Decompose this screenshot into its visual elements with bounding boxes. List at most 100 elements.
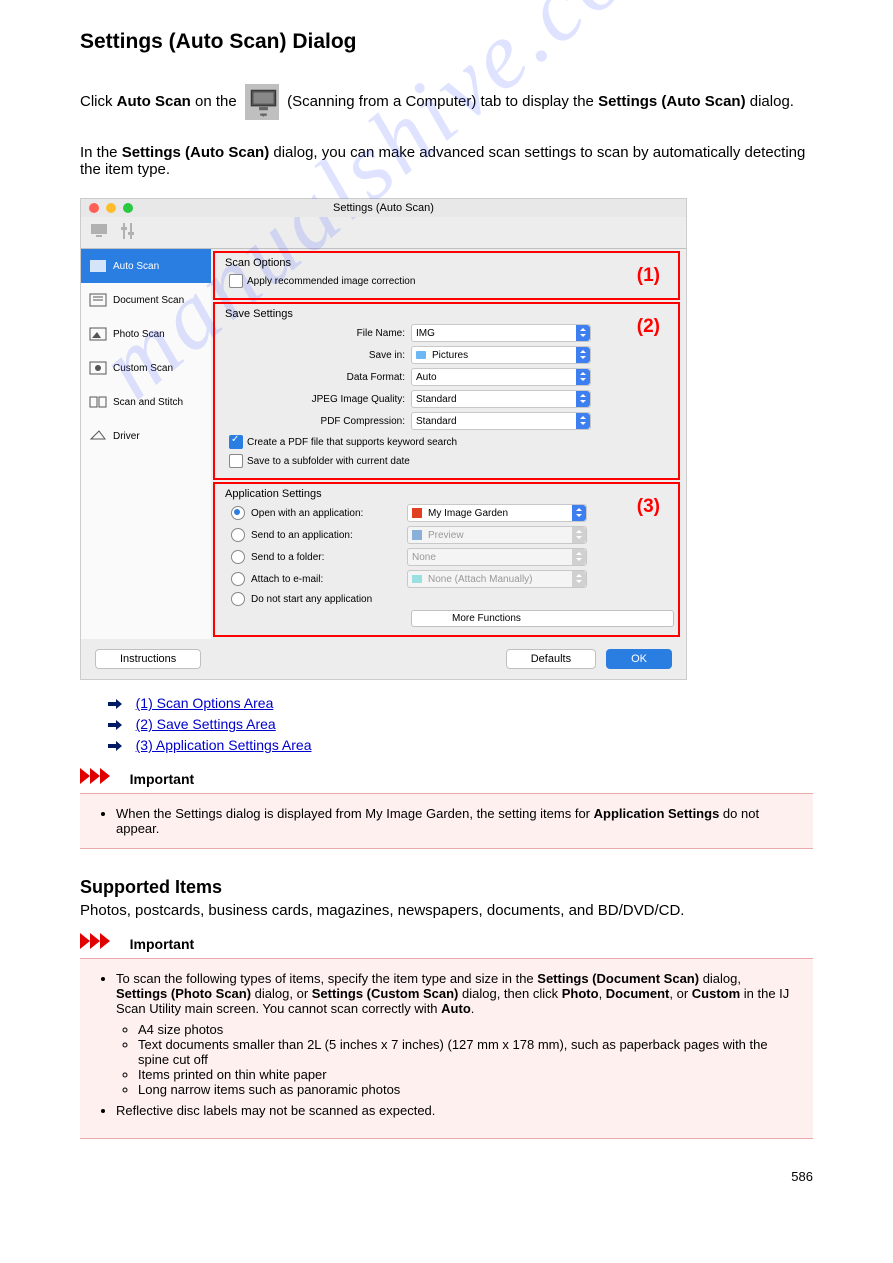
sidebar-item-custom-scan[interactable]: Custom Scan xyxy=(81,351,211,385)
save-subfolder-label: Save to a subfolder with current date xyxy=(247,456,410,467)
annotation-2: (2) xyxy=(637,316,660,338)
close-icon[interactable] xyxy=(89,203,99,213)
my-image-garden-icon xyxy=(412,508,422,518)
sidebar-item-label: Custom Scan xyxy=(113,363,173,374)
annotation-1: (1) xyxy=(637,265,660,287)
open-with-application-label: Open with an application: xyxy=(251,508,401,519)
application-settings-area: (3) Application Settings Open with an ap… xyxy=(213,482,680,637)
photo-scan-icon xyxy=(89,327,107,341)
chevron-updown-icon xyxy=(576,325,590,341)
attach-to-email-radio[interactable] xyxy=(231,572,245,586)
important-note-2: To scan the following types of items, sp… xyxy=(80,958,813,1139)
chevron-updown-icon xyxy=(572,505,586,521)
jpeg-quality-select[interactable]: Standard xyxy=(411,390,591,408)
mail-icon xyxy=(412,575,422,583)
save-subfolder-checkbox[interactable] xyxy=(229,454,243,468)
driver-icon xyxy=(89,429,107,443)
intro-paragraph-1: Click Auto Scan on the (Scanning from a … xyxy=(80,84,813,120)
toolbar xyxy=(81,217,686,249)
annotation-3: (3) xyxy=(637,496,660,518)
application-settings-header: Application Settings xyxy=(225,488,674,500)
chevron-updown-icon xyxy=(572,527,586,543)
arrow-right-icon xyxy=(108,718,126,733)
attach-to-email-select[interactable]: None (Attach Manually) xyxy=(407,570,587,588)
sidebar-item-label: Document Scan xyxy=(113,295,184,306)
sidebar-item-label: Auto Scan xyxy=(113,261,159,272)
heading-settings-auto-scan-dialog: Settings (Auto Scan) Dialog xyxy=(80,30,813,54)
auto-scan-icon xyxy=(89,259,107,273)
ok-button[interactable]: OK xyxy=(606,649,672,669)
traffic-lights[interactable] xyxy=(89,203,137,216)
chevron-updown-icon xyxy=(576,347,590,363)
jpeg-quality-label: JPEG Image Quality: xyxy=(225,394,405,405)
scan-options-header: Scan Options xyxy=(225,257,674,269)
sidebar-item-scan-and-stitch[interactable]: Scan and Stitch xyxy=(81,385,211,419)
arrow-right-icon xyxy=(108,697,126,712)
sidebar-item-label: Photo Scan xyxy=(113,329,165,340)
sidebar-item-label: Scan and Stitch xyxy=(113,397,183,408)
sidebar-item-auto-scan[interactable]: Auto Scan xyxy=(81,249,211,283)
important-label: Important xyxy=(130,771,195,787)
important-label: Important xyxy=(130,936,195,952)
do-not-start-application-label: Do not start any application xyxy=(251,594,372,605)
create-pdf-checkbox[interactable] xyxy=(229,435,243,449)
file-name-label: File Name: xyxy=(225,328,405,339)
custom-scan-icon xyxy=(89,361,107,375)
supported-items-text: Photos, postcards, business cards, magaz… xyxy=(80,902,813,919)
link-application-settings-area[interactable]: (3) Application Settings Area xyxy=(136,737,312,753)
minimize-icon[interactable] xyxy=(106,203,116,213)
data-format-label: Data Format: xyxy=(225,372,405,383)
defaults-button[interactable]: Defaults xyxy=(506,649,596,669)
important-icon xyxy=(80,933,122,952)
scan-from-computer-tab[interactable] xyxy=(89,221,111,241)
sidebar-item-driver[interactable]: Driver xyxy=(81,419,211,453)
chevron-updown-icon xyxy=(576,391,590,407)
send-to-folder-label: Send to a folder: xyxy=(251,552,401,563)
supported-items-heading: Supported Items xyxy=(80,877,813,898)
zoom-icon[interactable] xyxy=(123,203,133,213)
chevron-updown-icon xyxy=(576,369,590,385)
important-icon xyxy=(80,768,122,787)
link-save-settings-area[interactable]: (2) Save Settings Area xyxy=(136,716,276,732)
general-settings-tab[interactable] xyxy=(119,221,137,241)
save-in-label: Save in: xyxy=(225,350,405,361)
chevron-updown-icon xyxy=(572,549,586,565)
document-scan-icon xyxy=(89,293,107,307)
settings-dialog-screenshot: Settings (Auto Scan) Auto Scan Document … xyxy=(80,198,687,680)
chevron-updown-icon xyxy=(572,571,586,587)
chevron-updown-icon xyxy=(576,413,590,429)
attach-to-email-label: Attach to e-mail: xyxy=(251,574,401,585)
send-to-application-radio[interactable] xyxy=(231,528,245,542)
file-name-input[interactable]: IMG xyxy=(411,324,591,342)
apply-correction-checkbox[interactable] xyxy=(229,274,243,288)
link-scan-options-area[interactable]: (1) Scan Options Area xyxy=(136,695,274,711)
arrow-right-icon xyxy=(108,739,126,754)
send-to-application-label: Send to an application: xyxy=(251,530,401,541)
save-in-select[interactable]: Pictures xyxy=(411,346,591,364)
scan-and-stitch-icon xyxy=(89,395,107,409)
save-settings-area: (2) Save Settings File Name: IMG Save in… xyxy=(213,302,680,480)
sidebar-item-photo-scan[interactable]: Photo Scan xyxy=(81,317,211,351)
page-number: 586 xyxy=(80,1169,813,1184)
sidebar-item-document-scan[interactable]: Document Scan xyxy=(81,283,211,317)
open-with-application-select[interactable]: My Image Garden xyxy=(407,504,587,522)
preview-app-icon xyxy=(412,530,422,540)
apply-correction-label: Apply recommended image correction xyxy=(247,276,415,287)
intro-paragraph-2: In the Settings (Auto Scan) dialog, you … xyxy=(80,144,813,178)
save-settings-header: Save Settings xyxy=(225,308,674,320)
send-to-folder-radio[interactable] xyxy=(231,550,245,564)
scan-from-computer-icon xyxy=(245,84,279,120)
create-pdf-label: Create a PDF file that supports keyword … xyxy=(247,437,457,448)
pdf-compression-label: PDF Compression: xyxy=(225,416,405,427)
do-not-start-application-radio[interactable] xyxy=(231,592,245,606)
send-to-folder-select[interactable]: None xyxy=(407,548,587,566)
send-to-application-select[interactable]: Preview xyxy=(407,526,587,544)
important-note-1: When the Settings dialog is displayed fr… xyxy=(80,793,813,849)
pdf-compression-select[interactable]: Standard xyxy=(411,412,591,430)
data-format-select[interactable]: Auto xyxy=(411,368,591,386)
instructions-button[interactable]: Instructions xyxy=(95,649,201,669)
sidebar-item-label: Driver xyxy=(113,431,140,442)
sidebar: Auto Scan Document Scan Photo Scan Custo… xyxy=(81,249,211,639)
more-functions-button[interactable]: More Functions xyxy=(411,610,674,627)
open-with-application-radio[interactable] xyxy=(231,506,245,520)
